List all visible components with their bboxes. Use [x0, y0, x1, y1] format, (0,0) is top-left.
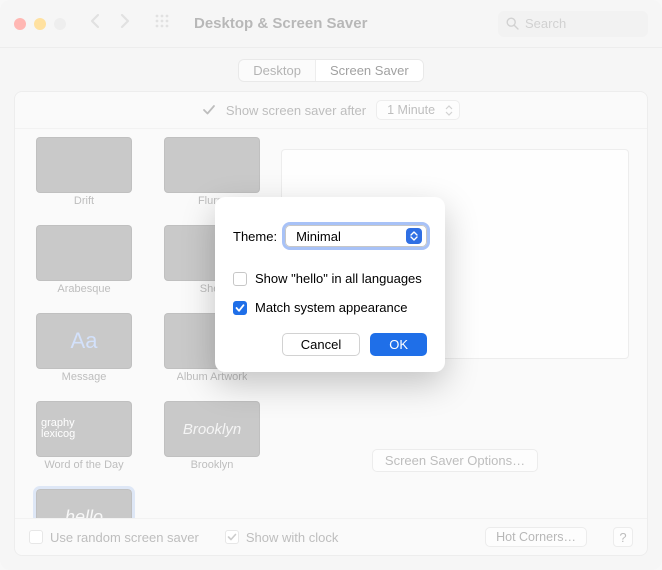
- theme-row: Theme: Minimal: [233, 225, 427, 247]
- ok-button[interactable]: OK: [370, 333, 427, 356]
- options-sheet: Theme: Minimal Show "hello" in all langu…: [215, 197, 445, 372]
- checkbox-icon: [233, 272, 247, 286]
- theme-select[interactable]: Minimal: [285, 225, 427, 247]
- sheet-actions: Cancel OK: [233, 333, 427, 356]
- checkbox-checked-icon: [233, 301, 247, 315]
- theme-label: Theme:: [233, 229, 277, 244]
- all-languages-row[interactable]: Show "hello" in all languages: [233, 271, 427, 286]
- all-languages-label: Show "hello" in all languages: [255, 271, 422, 286]
- match-appearance-label: Match system appearance: [255, 300, 407, 315]
- cancel-button[interactable]: Cancel: [282, 333, 360, 356]
- match-appearance-row[interactable]: Match system appearance: [233, 300, 427, 315]
- theme-value: Minimal: [296, 229, 341, 244]
- select-arrows-icon: [406, 228, 422, 244]
